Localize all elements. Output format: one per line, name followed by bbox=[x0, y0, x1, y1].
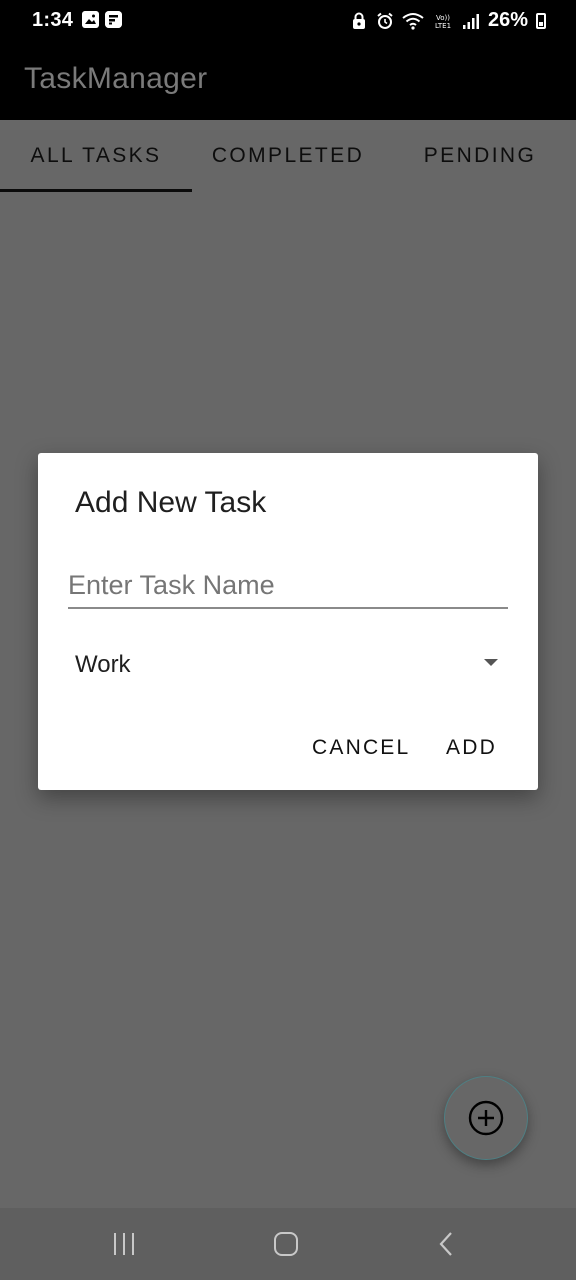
tab-completed[interactable]: COMPLETED bbox=[192, 120, 384, 192]
add-task-fab[interactable] bbox=[444, 1076, 528, 1160]
gallery-icon bbox=[82, 11, 99, 28]
category-selected-value: Work bbox=[75, 651, 131, 678]
system-icons: Vo)) LTE1 26% bbox=[350, 9, 546, 32]
recent-apps-icon[interactable] bbox=[112, 1230, 138, 1258]
wifi-icon bbox=[402, 12, 424, 30]
app-bar: TaskManager bbox=[0, 42, 576, 120]
tab-pending[interactable]: PENDING bbox=[384, 120, 576, 192]
tab-bar: ALL TASKS COMPLETED PENDING bbox=[0, 120, 576, 192]
add-circle-icon bbox=[468, 1100, 504, 1136]
volte-icon: Vo))LTE1 bbox=[435, 14, 451, 30]
signal-icon bbox=[462, 13, 479, 29]
navigation-bar bbox=[0, 1208, 576, 1280]
vpn-icon bbox=[352, 12, 365, 29]
cancel-button[interactable]: CANCEL bbox=[312, 736, 410, 760]
battery-percentage: 26% bbox=[487, 9, 528, 31]
alarm-icon bbox=[377, 12, 393, 29]
app-title: TaskManager bbox=[24, 62, 208, 95]
add-task-dialog: Add New Task Work CANCEL ADD bbox=[38, 453, 538, 790]
svg-text:LTE1: LTE1 bbox=[435, 22, 451, 30]
dialog-title: Add New Task bbox=[75, 486, 267, 519]
dropdown-arrow-icon bbox=[484, 659, 498, 666]
home-icon[interactable] bbox=[272, 1230, 300, 1258]
flipboard-icon bbox=[105, 11, 122, 28]
battery-icon bbox=[536, 12, 546, 29]
status-bar: 1:34 Vo)) LTE1 26% bbox=[0, 0, 576, 42]
status-time: 1:34 bbox=[32, 9, 74, 31]
tab-all-tasks[interactable]: ALL TASKS bbox=[0, 120, 192, 192]
add-button[interactable]: ADD bbox=[446, 736, 497, 760]
notification-icons bbox=[82, 11, 122, 28]
svg-text:Vo)): Vo)) bbox=[436, 14, 450, 22]
category-dropdown[interactable]: Work bbox=[68, 639, 508, 687]
task-name-input[interactable] bbox=[68, 563, 508, 609]
back-icon[interactable] bbox=[436, 1230, 458, 1258]
